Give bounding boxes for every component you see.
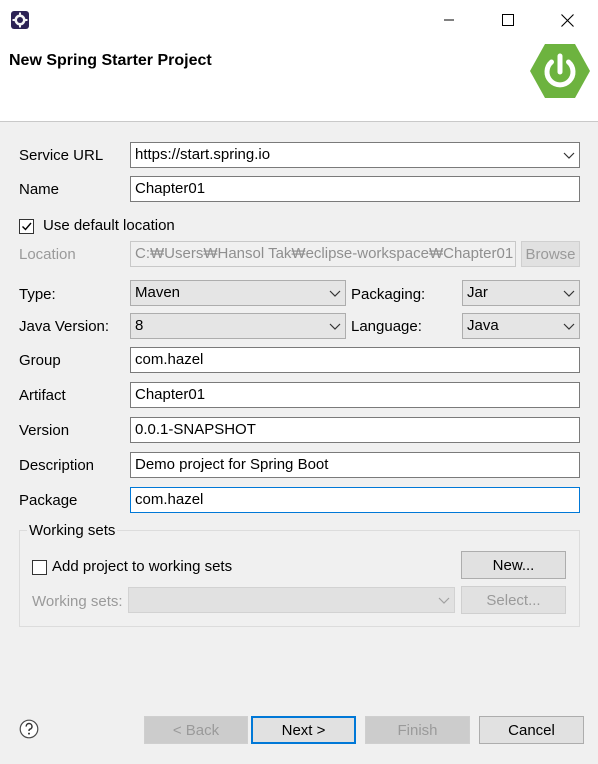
packaging-combo[interactable]: Jar [462, 280, 580, 306]
maximize-icon[interactable] [479, 0, 537, 40]
minimize-icon[interactable] [420, 0, 478, 40]
service-url-combo[interactable]: https://start.spring.io [130, 142, 580, 168]
chevron-down-icon [563, 323, 575, 330]
java-version-value: 8 [135, 317, 144, 334]
chevron-down-icon [438, 597, 450, 604]
name-label: Name [19, 181, 60, 198]
location-field[interactable]: C:₩Users₩Hansol Tak₩eclipse-workspace₩Ch… [130, 241, 516, 267]
app-icon [10, 10, 30, 30]
artifact-label: Artifact [19, 387, 66, 404]
chevron-down-icon [563, 290, 575, 297]
use-default-location-checkbox[interactable]: Use default location [19, 216, 175, 236]
chevron-down-icon [563, 152, 575, 159]
service-url-label: Service URL [19, 147, 104, 164]
chevron-down-icon [329, 290, 341, 297]
group-label: Group [19, 352, 61, 369]
package-field[interactable]: com.hazel [130, 487, 580, 513]
browse-button[interactable]: Browse [521, 241, 580, 267]
help-icon[interactable] [19, 719, 39, 739]
description-label: Description [19, 457, 95, 474]
checkbox-checked-icon [19, 218, 34, 234]
next-button[interactable]: Next > [251, 716, 356, 744]
checkbox-unchecked-icon [32, 559, 47, 575]
artifact-field[interactable]: Chapter01 [130, 382, 580, 408]
new-working-set-button[interactable]: New... [461, 551, 566, 579]
type-label: Type: [19, 286, 56, 303]
dialog-title: New Spring Starter Project [9, 52, 212, 69]
packaging-value: Jar [467, 284, 488, 301]
version-field[interactable]: 0.0.1-SNAPSHOT [130, 417, 580, 443]
finish-button[interactable]: Finish [365, 716, 470, 744]
add-to-working-sets-label: Add project to working sets [52, 558, 233, 575]
language-combo[interactable]: Java [462, 313, 580, 339]
working-sets-group-label: Working sets [27, 521, 118, 541]
add-to-working-sets-checkbox[interactable]: Add project to working sets [32, 557, 232, 577]
working-sets-combo[interactable] [128, 587, 455, 613]
spring-power-icon [529, 42, 591, 100]
service-url-value: https://start.spring.io [135, 146, 271, 163]
description-field[interactable]: Demo project for Spring Boot [130, 452, 580, 478]
select-working-sets-button[interactable]: Select... [461, 586, 566, 614]
close-icon[interactable] [538, 0, 596, 40]
java-version-label: Java Version: [19, 318, 110, 335]
package-label: Package [19, 492, 78, 509]
working-sets-label: Working sets: [32, 593, 123, 610]
use-default-location-label: Use default location [43, 217, 175, 234]
location-label: Location [19, 246, 76, 263]
name-field[interactable]: Chapter01 [130, 176, 580, 202]
chevron-down-icon [329, 323, 341, 330]
packaging-label: Packaging: [351, 286, 426, 303]
java-version-combo[interactable]: 8 [130, 313, 346, 339]
back-button[interactable]: < Back [144, 716, 248, 744]
type-value: Maven [135, 284, 181, 301]
cancel-button[interactable]: Cancel [479, 716, 584, 744]
version-label: Version [19, 422, 70, 439]
language-value: Java [467, 317, 499, 334]
type-combo[interactable]: Maven [130, 280, 346, 306]
language-label: Language: [351, 318, 422, 335]
group-field[interactable]: com.hazel [130, 347, 580, 373]
